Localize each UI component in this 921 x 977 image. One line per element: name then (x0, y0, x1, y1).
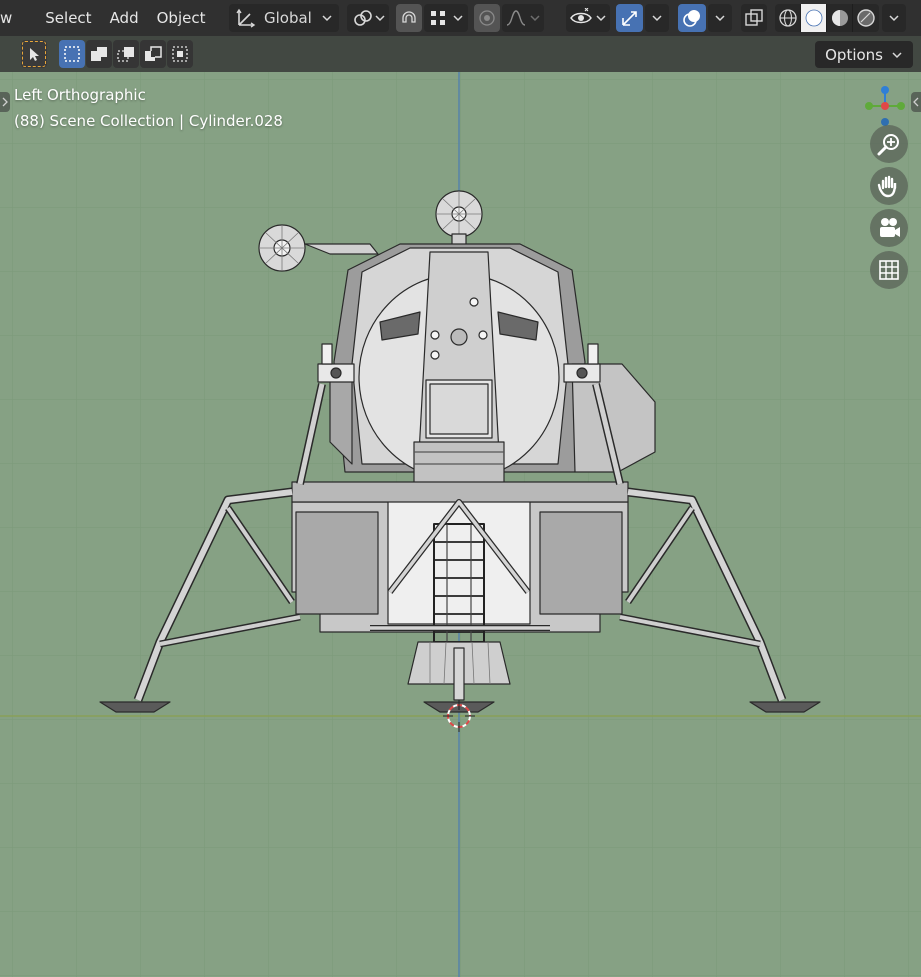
zoom-icon (877, 134, 899, 156)
shading-material-button[interactable] (827, 4, 853, 32)
gizmo-options-dropdown[interactable] (645, 4, 669, 32)
select-mode-new-button[interactable] (59, 40, 85, 68)
menu-add[interactable]: Add (101, 0, 148, 36)
chevron-down-icon (714, 12, 726, 24)
overlay-circles-icon (683, 10, 700, 27)
select-extend-icon (91, 47, 107, 61)
falloff-curve-icon (506, 10, 526, 26)
view-name-label: Left Orthographic (14, 86, 146, 104)
proportional-editing-toggle[interactable] (474, 4, 500, 32)
proportional-falloff-dropdown[interactable] (502, 4, 544, 32)
proportional-circle-icon (479, 10, 495, 26)
3d-cursor-icon[interactable] (441, 698, 477, 734)
xray-squares-icon (745, 9, 763, 26)
chevron-down-icon (452, 12, 464, 24)
menu-select[interactable]: Select (24, 0, 100, 36)
chevron-down-icon (529, 12, 541, 24)
shading-rendered-button[interactable] (853, 4, 879, 32)
transform-orientation-dropdown[interactable]: Global (229, 4, 339, 32)
pivot-link-icon (354, 10, 372, 26)
menu-object[interactable]: Object (148, 0, 215, 36)
camera-icon (880, 218, 900, 237)
shading-options-dropdown[interactable] (882, 4, 906, 32)
options-dropdown[interactable]: Options (815, 41, 913, 68)
magnet-icon (402, 11, 416, 23)
orientation-axes-icon (236, 8, 256, 28)
object-visibility-dropdown[interactable] (566, 4, 610, 32)
zoom-button[interactable] (870, 125, 908, 163)
select-subtract-icon (117, 47, 134, 62)
sidebar-expand-tab[interactable] (911, 92, 921, 112)
select-mode-intersect-button[interactable] (167, 40, 193, 68)
lunar-module-model (99, 190, 821, 713)
chevron-down-icon (321, 12, 333, 24)
show-overlays-toggle[interactable] (678, 4, 706, 32)
select-mode-extend-button[interactable] (86, 40, 112, 68)
select-new-icon (64, 46, 80, 62)
toolbar-expand-tab[interactable] (0, 92, 10, 112)
3d-viewport[interactable]: Left Orthographic (88) Scene Collection … (0, 72, 921, 977)
menu-view-truncated[interactable]: w (0, 0, 24, 36)
cursor-arrow-icon (30, 48, 39, 61)
chevron-left-icon (913, 97, 919, 107)
chevron-down-icon (595, 12, 607, 24)
camera-view-button[interactable] (870, 209, 908, 247)
snap-grid-icon (431, 11, 445, 25)
navigation-gizmo[interactable] (860, 82, 912, 128)
show-gizmo-toggle[interactable] (616, 4, 643, 32)
shading-solid-button[interactable] (801, 4, 827, 32)
hand-pan-icon (877, 175, 897, 198)
shading-mode-group (775, 4, 879, 32)
tool-settings-bar: Options (0, 36, 921, 72)
wireframe-sphere-icon (778, 9, 797, 27)
chevron-down-icon (891, 49, 903, 61)
select-intersect-icon (172, 46, 188, 62)
snap-toggle[interactable] (396, 4, 422, 32)
xray-toggle[interactable] (741, 4, 767, 32)
select-mode-subtract-button[interactable] (113, 40, 139, 68)
collection-info-label: (88) Scene Collection | Cylinder.028 (14, 112, 283, 130)
select-tool-button[interactable] (21, 40, 47, 68)
select-difference-icon (145, 46, 162, 61)
select-mode-difference-button[interactable] (140, 40, 166, 68)
snap-target-dropdown[interactable] (424, 4, 468, 32)
rendered-sphere-icon (857, 9, 875, 27)
eye-icon (570, 8, 592, 24)
chevron-down-icon (888, 12, 900, 24)
orientation-label: Global (264, 9, 312, 27)
grid-toggle-icon (879, 260, 899, 280)
overlays-options-dropdown[interactable] (708, 4, 732, 32)
perspective-toggle-button[interactable] (870, 251, 908, 289)
chevron-down-icon (374, 12, 386, 24)
pan-button[interactable] (870, 167, 908, 205)
options-label: Options (825, 45, 883, 64)
pivot-point-dropdown[interactable] (347, 4, 389, 32)
gizmo-arrows-icon (621, 11, 637, 26)
shading-wireframe-button[interactable] (775, 4, 801, 32)
material-sphere-icon (831, 10, 848, 26)
chevron-right-icon (2, 97, 8, 107)
chevron-down-icon (651, 12, 663, 24)
solid-sphere-icon (805, 9, 822, 27)
